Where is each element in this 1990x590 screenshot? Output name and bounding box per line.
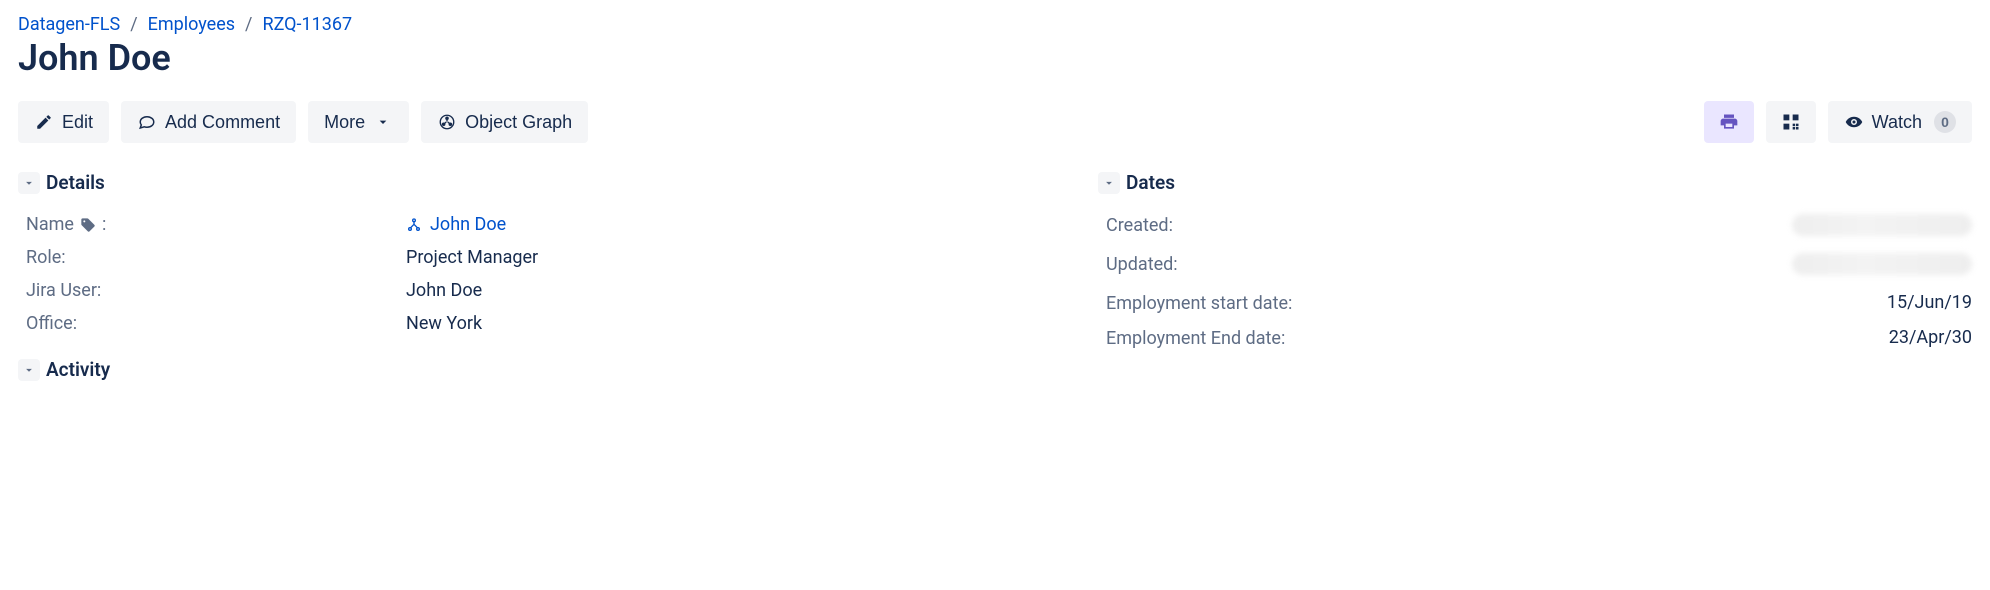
field-name: Name : John Doe [18, 208, 1088, 241]
chevron-down-icon [1098, 172, 1120, 194]
breadcrumb-id[interactable]: RZQ-11367 [262, 14, 352, 35]
breadcrumb-sep: / [245, 14, 252, 35]
add-comment-button[interactable]: Add Comment [121, 101, 296, 143]
activity-header[interactable]: Activity [18, 358, 1088, 381]
field-office: Office: New York [18, 307, 1088, 340]
role-value: Project Manager [406, 247, 1088, 268]
updated-value [1296, 253, 1972, 280]
breadcrumb-sep: / [130, 14, 137, 35]
more-button[interactable]: More [308, 101, 409, 143]
field-label: Employment End date: [1106, 327, 1296, 350]
toolbar: Edit Add Comment More Object Graph [18, 101, 1972, 143]
more-label: More [324, 112, 365, 133]
details-header[interactable]: Details [18, 171, 1088, 194]
colon: : [102, 214, 106, 235]
created-value [1296, 214, 1972, 241]
graph-icon [437, 112, 457, 132]
field-label: Employment start date: [1106, 292, 1296, 315]
field-label: Jira User: [26, 280, 406, 301]
tag-icon [80, 217, 96, 233]
jira-user-value: John Doe [406, 280, 1088, 301]
object-graph-button[interactable]: Object Graph [421, 101, 588, 143]
content-columns: Details Name : John Doe R [18, 171, 1972, 395]
comment-icon [137, 112, 157, 132]
watch-button[interactable]: Watch 0 [1828, 101, 1972, 143]
printer-icon [1719, 112, 1739, 132]
pencil-icon [34, 112, 54, 132]
field-jira-user: Jira User: John Doe [18, 274, 1088, 307]
dates-title: Dates [1126, 171, 1175, 194]
toolbar-left: Edit Add Comment More Object Graph [18, 101, 588, 143]
field-emp-end: Employment End date: 23/Apr/30 [1098, 321, 1972, 356]
field-label: Updated: [1106, 253, 1296, 276]
column-left: Details Name : John Doe R [18, 171, 1088, 395]
redacted-value [1792, 253, 1972, 275]
branch-icon [406, 217, 422, 233]
name-value[interactable]: John Doe [406, 214, 1088, 235]
chevron-down-icon [18, 359, 40, 381]
chevron-down-icon [18, 172, 40, 194]
print-button[interactable] [1704, 101, 1754, 143]
details-title: Details [46, 171, 105, 194]
field-label: Role: [26, 247, 406, 268]
add-comment-label: Add Comment [165, 112, 280, 133]
field-label: Office: [26, 313, 406, 334]
breadcrumb-root[interactable]: Datagen-FLS [18, 14, 120, 35]
emp-start-value: 15/Jun/19 [1296, 292, 1972, 313]
edit-label: Edit [62, 112, 93, 133]
emp-end-value: 23/Apr/30 [1296, 327, 1972, 348]
field-emp-start: Employment start date: 15/Jun/19 [1098, 286, 1972, 321]
breadcrumb-section[interactable]: Employees [148, 14, 235, 35]
redacted-value [1792, 214, 1972, 236]
edit-button[interactable]: Edit [18, 101, 109, 143]
qr-icon [1781, 112, 1801, 132]
name-link-text: John Doe [430, 214, 506, 235]
column-right: Dates Created: Updated: Employment start… [1088, 171, 1972, 395]
toolbar-right: Watch 0 [1704, 101, 1972, 143]
eye-icon [1844, 112, 1864, 132]
page-title: John Doe [18, 37, 1972, 79]
field-label: Created: [1106, 214, 1296, 237]
chevron-down-icon [373, 112, 393, 132]
watch-count-badge: 0 [1934, 111, 1956, 133]
field-created: Created: [1098, 208, 1972, 247]
field-role: Role: Project Manager [18, 241, 1088, 274]
breadcrumb: Datagen-FLS / Employees / RZQ-11367 [18, 14, 1972, 35]
object-graph-label: Object Graph [465, 112, 572, 133]
watch-label: Watch [1872, 112, 1922, 133]
activity-title: Activity [46, 358, 110, 381]
qr-button[interactable] [1766, 101, 1816, 143]
office-value: New York [406, 313, 1088, 334]
dates-header[interactable]: Dates [1098, 171, 1972, 194]
field-updated: Updated: [1098, 247, 1972, 286]
field-label: Name : [26, 214, 406, 235]
name-label-text: Name [26, 214, 74, 235]
